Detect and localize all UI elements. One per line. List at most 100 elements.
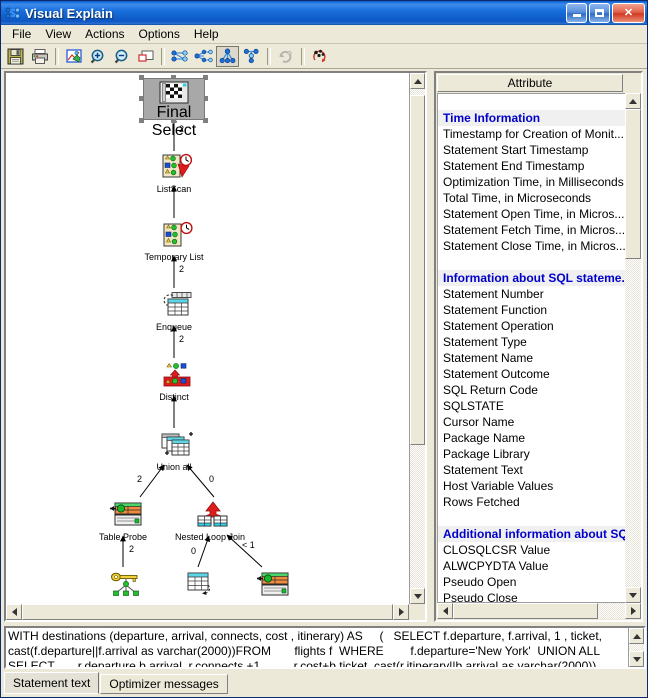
statement-text-content[interactable]: WITH destinations (departure, arrival, c… [6, 628, 628, 667]
explain-graph-canvas[interactable]: 2 2 2 2 0 2 0 < 1 Final Select ListScan … [6, 73, 409, 601]
scroll-up-button[interactable] [629, 628, 644, 644]
scroll-track[interactable] [453, 603, 625, 619]
statement-vertical-scrollbar[interactable] [628, 628, 644, 667]
graph-vertical-scrollbar[interactable] [409, 73, 425, 604]
distinct-node[interactable]: Distinct [138, 361, 210, 402]
overview-button[interactable] [134, 46, 157, 67]
scroll-thumb[interactable] [453, 603, 598, 619]
attribute-row[interactable]: Total Time, in Microseconds [438, 190, 625, 206]
scroll-track[interactable] [410, 89, 425, 588]
scroll-track[interactable] [22, 604, 393, 620]
menu-actions[interactable]: Actions [78, 26, 131, 43]
attribute-row[interactable]: Statement End Timestamp [438, 158, 625, 174]
scroll-up-button[interactable] [625, 93, 641, 109]
menu-file[interactable]: File [5, 26, 38, 43]
graph-vertical-button[interactable] [216, 45, 239, 67]
scroll-down-button[interactable] [625, 587, 641, 603]
close-button[interactable]: ✕ [612, 3, 645, 23]
attribute-row[interactable]: Statement Number [438, 286, 625, 302]
scroll-track[interactable] [629, 644, 644, 651]
menu-options[interactable]: Options [132, 26, 187, 43]
print-button[interactable] [28, 46, 51, 67]
tab-optimizer-messages[interactable]: Optimizer messages [100, 674, 228, 694]
refresh-icon [278, 50, 292, 63]
attribute-row[interactable]: Pseudo Open [438, 574, 625, 590]
attribute-row[interactable]: Rows Fetched [438, 494, 625, 510]
attribute-row[interactable]: Statement Name [438, 350, 625, 366]
attribute-row[interactable]: Statement Outcome [438, 366, 625, 382]
scroll-track[interactable] [625, 109, 641, 587]
table-probe-node-1[interactable]: Table Probe [87, 501, 159, 542]
statement-text-area[interactable]: WITH destinations (departure, arrival, c… [4, 626, 646, 669]
attribute-row[interactable]: SQL Return Code [438, 382, 625, 398]
attribute-vertical-scrollbar[interactable] [625, 93, 641, 603]
attribute-row[interactable]: CLOSQLCSR Value [438, 542, 625, 558]
graph-horizontal-scrollbar[interactable] [6, 604, 409, 620]
minimize-button[interactable] [566, 3, 587, 23]
graph-compact-button[interactable] [192, 46, 215, 67]
refresh-button[interactable] [274, 46, 297, 67]
attribute-row[interactable]: Timestamp for Creation of Monit... [438, 126, 625, 142]
graph-horizontal-button[interactable] [168, 46, 191, 67]
zoom-out-button[interactable] [110, 46, 133, 67]
menu-view[interactable]: View [38, 26, 78, 43]
scroll-down-button[interactable] [629, 651, 644, 667]
minimize-icon [572, 14, 581, 17]
attribute-group-header[interactable]: Time Information [438, 110, 625, 126]
fit-to-window-button[interactable] [62, 46, 85, 67]
attribute-row[interactable]: Cursor Name [438, 414, 625, 430]
attribute-row[interactable]: Statement Operation [438, 318, 625, 334]
final-select-node[interactable]: Final Select [143, 78, 205, 139]
maximize-button[interactable] [589, 3, 610, 23]
tab-statement-text[interactable]: Statement text [4, 672, 100, 694]
attribute-group-header[interactable]: Information about SQL stateme... [438, 270, 625, 286]
temporary-list-node[interactable]: Temporary List [138, 221, 210, 262]
toolbar [1, 44, 647, 69]
attribute-row[interactable]: Package Name [438, 430, 625, 446]
attribute-row[interactable]: Package Library [438, 446, 625, 462]
scroll-thumb[interactable] [625, 109, 641, 259]
attribute-column-header[interactable]: Attribute [437, 74, 623, 92]
attribute-row[interactable]: Host Variable Values [438, 478, 625, 494]
union-all-node[interactable]: Union all [138, 431, 210, 472]
attribute-row[interactable]: Statement Function [438, 302, 625, 318]
save-button[interactable] [4, 46, 27, 67]
title-bar[interactable]: Visual Explain ✕ [1, 1, 647, 25]
menu-help[interactable]: Help [187, 26, 226, 43]
scroll-left-button[interactable] [6, 604, 22, 620]
attribute-row[interactable]: SQLSTATE [438, 398, 625, 414]
dequeue-node[interactable]: Dequeue [162, 571, 234, 601]
scroll-thumb[interactable] [22, 604, 393, 620]
nested-loop-join-node[interactable]: Nested Loop Join [174, 501, 246, 542]
highlight-button[interactable] [308, 46, 331, 67]
scroll-up-button[interactable] [410, 73, 425, 89]
attribute-group-header[interactable]: Additional information about SQ... [438, 526, 625, 542]
enqueue-node[interactable]: Enqueue [138, 291, 210, 332]
attribute-row[interactable]: Pseudo Close [438, 590, 625, 602]
attribute-row[interactable]: ALWCPYDTA Value [438, 558, 625, 574]
graph-tree-button[interactable] [240, 46, 263, 67]
scroll-thumb[interactable] [410, 95, 425, 445]
edge-label: 0 [191, 546, 197, 556]
attribute-row[interactable]: Statement Fetch Time, in Micros... [438, 222, 625, 238]
attribute-row[interactable]: Statement Text [438, 462, 625, 478]
table-probe-node-2[interactable]: Table Probe [234, 571, 306, 601]
attribute-row[interactable]: Statement Start Timestamp [438, 142, 625, 158]
attribute-row[interactable]: Statement Open Time, in Micros... [438, 206, 625, 222]
attribute-list[interactable]: Time Information Timestamp for Creation o… [437, 93, 625, 603]
scroll-right-button[interactable] [625, 603, 641, 619]
attribute-horizontal-scrollbar[interactable] [437, 603, 641, 619]
index-probe-node[interactable]: Index Probe [87, 571, 159, 601]
scroll-left-button[interactable] [437, 603, 453, 619]
toolbar-separator [55, 47, 59, 65]
final-select-node-wrapper[interactable]: Final Select [139, 75, 209, 139]
nested-loop-join-node-label: Nested Loop Join [174, 532, 246, 542]
zoom-in-button[interactable] [86, 46, 109, 67]
edge-label: < 1 [242, 540, 255, 550]
attribute-row[interactable]: Statement Type [438, 334, 625, 350]
list-scan-node[interactable]: ListScan [138, 153, 210, 194]
attribute-row[interactable]: Statement Close Time, in Micros... [438, 238, 625, 254]
attribute-row[interactable]: Optimization Time, in Milliseconds [438, 174, 625, 190]
scroll-right-button[interactable] [393, 604, 409, 620]
scroll-down-button[interactable] [410, 588, 425, 604]
